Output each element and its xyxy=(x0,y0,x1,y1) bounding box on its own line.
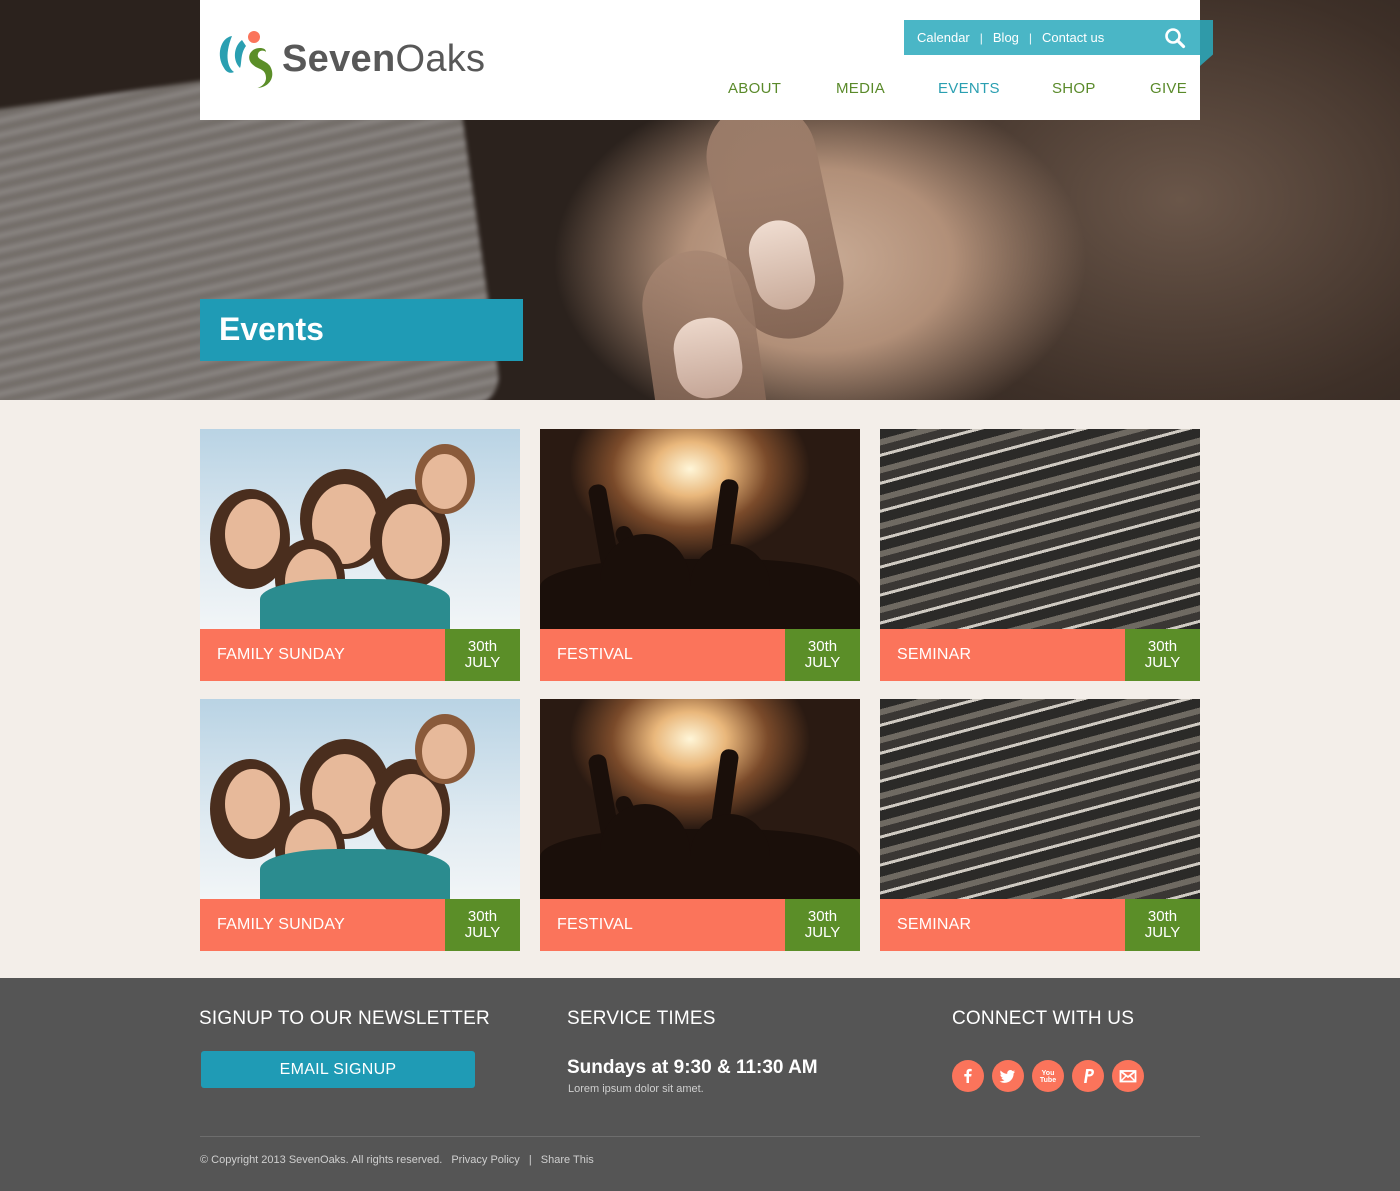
family-photo xyxy=(200,429,520,629)
concert-photo xyxy=(540,699,860,899)
event-title: FAMILY SUNDAY xyxy=(217,916,345,933)
event-date-badge: 30th JULY xyxy=(785,629,860,681)
nav-item-about[interactable]: ABOUT xyxy=(728,80,781,97)
logo-text-bold: Seven xyxy=(282,37,396,80)
site-footer: SIGNUP TO OUR NEWSLETTER EMAIL SIGNUP SE… xyxy=(0,978,1400,1191)
nav-item-events[interactable]: EVENTS xyxy=(938,80,1000,97)
svg-text:Tube: Tube xyxy=(1040,1077,1056,1084)
event-date-badge: 30th JULY xyxy=(445,629,520,681)
footer-legal: © Copyright 2013 SevenOaks. All rights r… xyxy=(200,1154,594,1166)
email-icon[interactable] xyxy=(1112,1060,1144,1092)
utility-link-contact[interactable]: Contact us xyxy=(1042,30,1104,45)
auditorium-photo xyxy=(880,429,1200,629)
event-card[interactable]: FESTIVAL 30th JULY xyxy=(540,429,860,681)
service-time-text: Sundays at 9:30 & 11:30 AM xyxy=(567,1057,818,1078)
logo-text-light: Oaks xyxy=(395,37,486,80)
event-card-bar: FAMILY SUNDAY 30th JULY xyxy=(200,899,520,951)
event-date-month: JULY xyxy=(1144,654,1181,671)
main-nav: ABOUT MEDIA EVENTS SHOP GIVE xyxy=(200,80,1200,100)
event-date-day: 30th xyxy=(807,908,838,925)
copyright-text: © Copyright 2013 SevenOaks. All rights r… xyxy=(200,1154,443,1166)
event-card[interactable]: FAMILY SUNDAY 30th JULY xyxy=(200,429,520,681)
event-date-badge: 30th JULY xyxy=(785,899,860,951)
event-card-bar: FESTIVAL 30th JULY xyxy=(540,629,860,681)
event-title: FESTIVAL xyxy=(557,646,633,663)
connect-heading: CONNECT WITH US xyxy=(952,1008,1135,1029)
event-date-day: 30th xyxy=(467,638,498,655)
footer-divider xyxy=(200,1136,1200,1137)
newsletter-heading: SIGNUP TO OUR NEWSLETTER xyxy=(199,1008,490,1029)
share-this-link[interactable]: Share This xyxy=(541,1154,594,1166)
event-title: SEMINAR xyxy=(897,916,972,933)
service-times-heading: SERVICE TIMES xyxy=(567,1008,716,1029)
service-subtext: Lorem ipsum dolor sit amet. xyxy=(568,1083,704,1095)
page-title-banner: Events xyxy=(200,299,523,361)
event-card[interactable]: SEMINAR 30th JULY xyxy=(880,699,1200,951)
event-date-month: JULY xyxy=(1144,924,1181,941)
event-date-day: 30th xyxy=(467,908,498,925)
nav-item-media[interactable]: MEDIA xyxy=(836,80,885,97)
svg-text:You: You xyxy=(1042,1070,1055,1077)
youtube-icon[interactable]: You Tube xyxy=(1032,1060,1064,1092)
event-title: FESTIVAL xyxy=(557,916,633,933)
event-date-day: 30th xyxy=(807,638,838,655)
utility-bar: Calendar | Blog | Contact us xyxy=(904,20,1200,55)
utility-link-calendar[interactable]: Calendar xyxy=(917,30,970,45)
privacy-policy-link[interactable]: Privacy Policy xyxy=(451,1154,519,1166)
event-date-day: 30th xyxy=(1147,908,1178,925)
auditorium-photo xyxy=(880,699,1200,899)
event-card[interactable]: FESTIVAL 30th JULY xyxy=(540,699,860,951)
event-date-month: JULY xyxy=(464,654,501,671)
event-title: FAMILY SUNDAY xyxy=(217,646,345,663)
event-date-badge: 30th JULY xyxy=(445,899,520,951)
divider: | xyxy=(528,1154,532,1166)
event-card[interactable]: SEMINAR 30th JULY xyxy=(880,429,1200,681)
twitter-icon[interactable] xyxy=(992,1060,1024,1092)
family-photo xyxy=(200,699,520,899)
event-card[interactable]: FAMILY SUNDAY 30th JULY xyxy=(200,699,520,951)
nav-item-shop[interactable]: SHOP xyxy=(1052,80,1096,97)
facebook-icon[interactable] xyxy=(952,1060,984,1092)
event-date-badge: 30th JULY xyxy=(1125,899,1200,951)
event-date-badge: 30th JULY xyxy=(1125,629,1200,681)
email-signup-button[interactable]: EMAIL SIGNUP xyxy=(201,1051,475,1088)
event-date-month: JULY xyxy=(804,924,841,941)
event-card-bar: SEMINAR 30th JULY xyxy=(880,629,1200,681)
paypal-icon[interactable] xyxy=(1072,1060,1104,1092)
event-date-month: JULY xyxy=(464,924,501,941)
logo-text: SevenOaks xyxy=(282,38,485,81)
event-title: SEMINAR xyxy=(897,646,972,663)
event-date-month: JULY xyxy=(804,654,841,671)
event-card-bar: FAMILY SUNDAY 30th JULY xyxy=(200,629,520,681)
concert-photo xyxy=(540,429,860,629)
divider: | xyxy=(1028,30,1033,45)
divider: | xyxy=(979,30,983,45)
site-header: SevenOaks Calendar | Blog | Contact us A… xyxy=(200,0,1213,120)
utility-link-blog[interactable]: Blog xyxy=(993,30,1019,45)
search-icon[interactable] xyxy=(1164,27,1186,49)
event-card-bar: SEMINAR 30th JULY xyxy=(880,899,1200,951)
event-date-day: 30th xyxy=(1147,638,1178,655)
event-card-bar: FESTIVAL 30th JULY xyxy=(540,899,860,951)
page-title: Events xyxy=(219,311,324,347)
nav-item-give[interactable]: GIVE xyxy=(1150,80,1187,97)
